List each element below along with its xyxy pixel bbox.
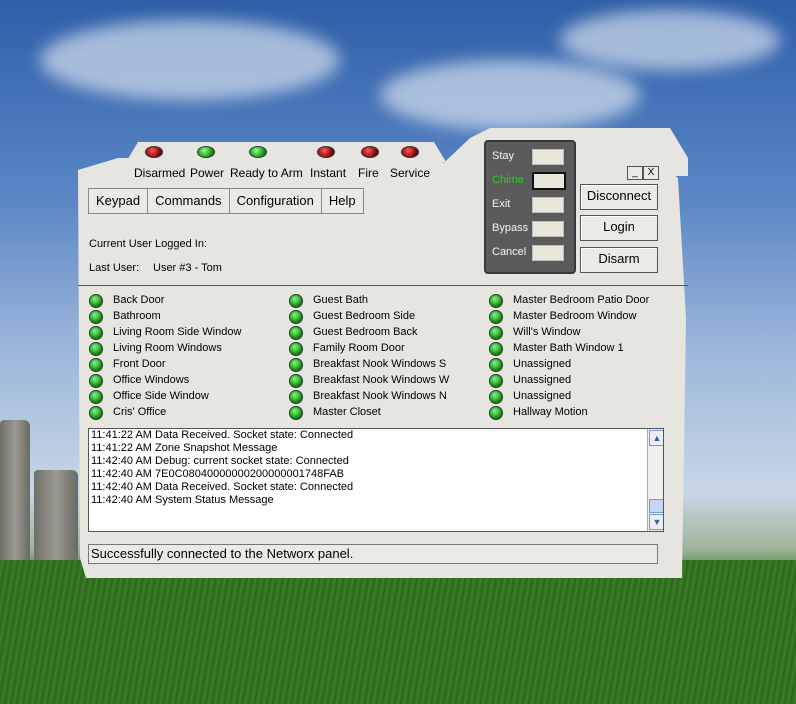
disarm-button[interactable]: Disarm [580,247,658,273]
indicator-label-disarmed: Disarmed [134,166,186,180]
zone-status-led [89,390,103,404]
zone-status-led [489,294,503,308]
disconnect-button[interactable]: Disconnect [580,184,658,210]
zone-status-led [289,294,303,308]
standing-stone [0,420,30,560]
led-disarmed [145,146,163,158]
zone-status-led [89,310,103,324]
bypass-label: Bypass [492,222,529,234]
log-line: 11:42:40 AM Data Received. Socket state:… [91,481,354,493]
zone-status-led [89,406,103,420]
menu-bar: Keypad Commands Configuration Help [88,188,364,214]
zone-status-led [289,358,303,372]
zone-status-led [289,326,303,340]
zone-status-led [489,406,503,420]
zone-status-led [89,374,103,388]
indicator-label-fire: Fire [358,166,379,180]
log-line: 11:41:22 AM Data Received. Socket state:… [91,429,354,441]
scroll-thumb[interactable] [649,499,663,513]
zone-status-led [489,358,503,372]
zone-status-led [89,326,103,340]
log-line: 11:42:40 AM 7E0C08040000000200000001748F… [91,468,345,480]
cancel-label: Cancel [492,246,527,258]
last-user-value: User #3 - Tom [153,262,222,274]
led-instant [317,146,335,158]
zone-status-led [89,358,103,372]
zone-status-led [489,310,503,324]
grass-field [0,560,796,704]
menu-help[interactable]: Help [322,189,363,213]
stay-label: Stay [492,150,515,162]
log-line: 11:42:40 AM Debug: current socket state:… [91,455,349,467]
zone-status-led [89,342,103,356]
minimize-button[interactable]: _ [627,166,643,180]
led-ready [249,146,267,158]
led-power [197,146,215,158]
exit-label: Exit [492,198,511,210]
scroll-up-icon[interactable]: ▲ [649,430,663,446]
log-scrollbar[interactable]: ▲ ▼ [647,429,663,531]
close-button[interactable]: X [643,166,659,180]
led-fire [361,146,379,158]
zone-status-led [289,374,303,388]
led-service [401,146,419,158]
chime-indicator[interactable] [532,172,566,190]
log-line: 11:41:22 AM Zone Snapshot Message [91,442,278,454]
login-button[interactable]: Login [580,215,658,241]
menu-commands[interactable]: Commands [148,189,230,213]
zone-status-led [289,310,303,324]
zone-status-led [489,390,503,404]
message-log[interactable]: 11:41:22 AM Data Received. Socket state:… [88,428,664,532]
status-bar: Successfully connected to the Networx pa… [88,544,658,564]
cancel-indicator[interactable] [532,245,564,261]
menu-configuration[interactable]: Configuration [230,189,322,213]
indicator-label-power: Power [190,166,225,180]
last-user-label: Last User: [89,262,140,274]
exit-indicator[interactable] [532,197,564,213]
standing-stone [34,470,78,560]
zone-status-led [489,326,503,340]
current-user-label: Current User Logged In: [89,238,208,250]
zone-status-led [289,390,303,404]
scroll-down-icon[interactable]: ▼ [649,514,663,530]
chime-label: Chime [492,174,524,186]
arm-mode-panel: Stay Chime Exit Bypass Cancel [484,140,576,274]
log-line: 11:42:40 AM System Status Message [91,494,274,506]
zone-status-led [489,374,503,388]
networx-app-window: Disarmed Power Ready to Arm Instant Fire… [78,128,690,580]
bypass-indicator[interactable] [532,221,564,237]
divider [78,285,688,286]
stay-indicator[interactable] [532,149,564,165]
zone-status-led [89,294,103,308]
zone-status-led [489,342,503,356]
zone-status-led [289,342,303,356]
zone-status-led [289,406,303,420]
indicator-label-ready: Ready to Arm [230,166,303,180]
indicator-label-instant: Instant [310,166,347,180]
menu-keypad[interactable]: Keypad [89,189,149,213]
indicator-label-service: Service [390,166,431,180]
